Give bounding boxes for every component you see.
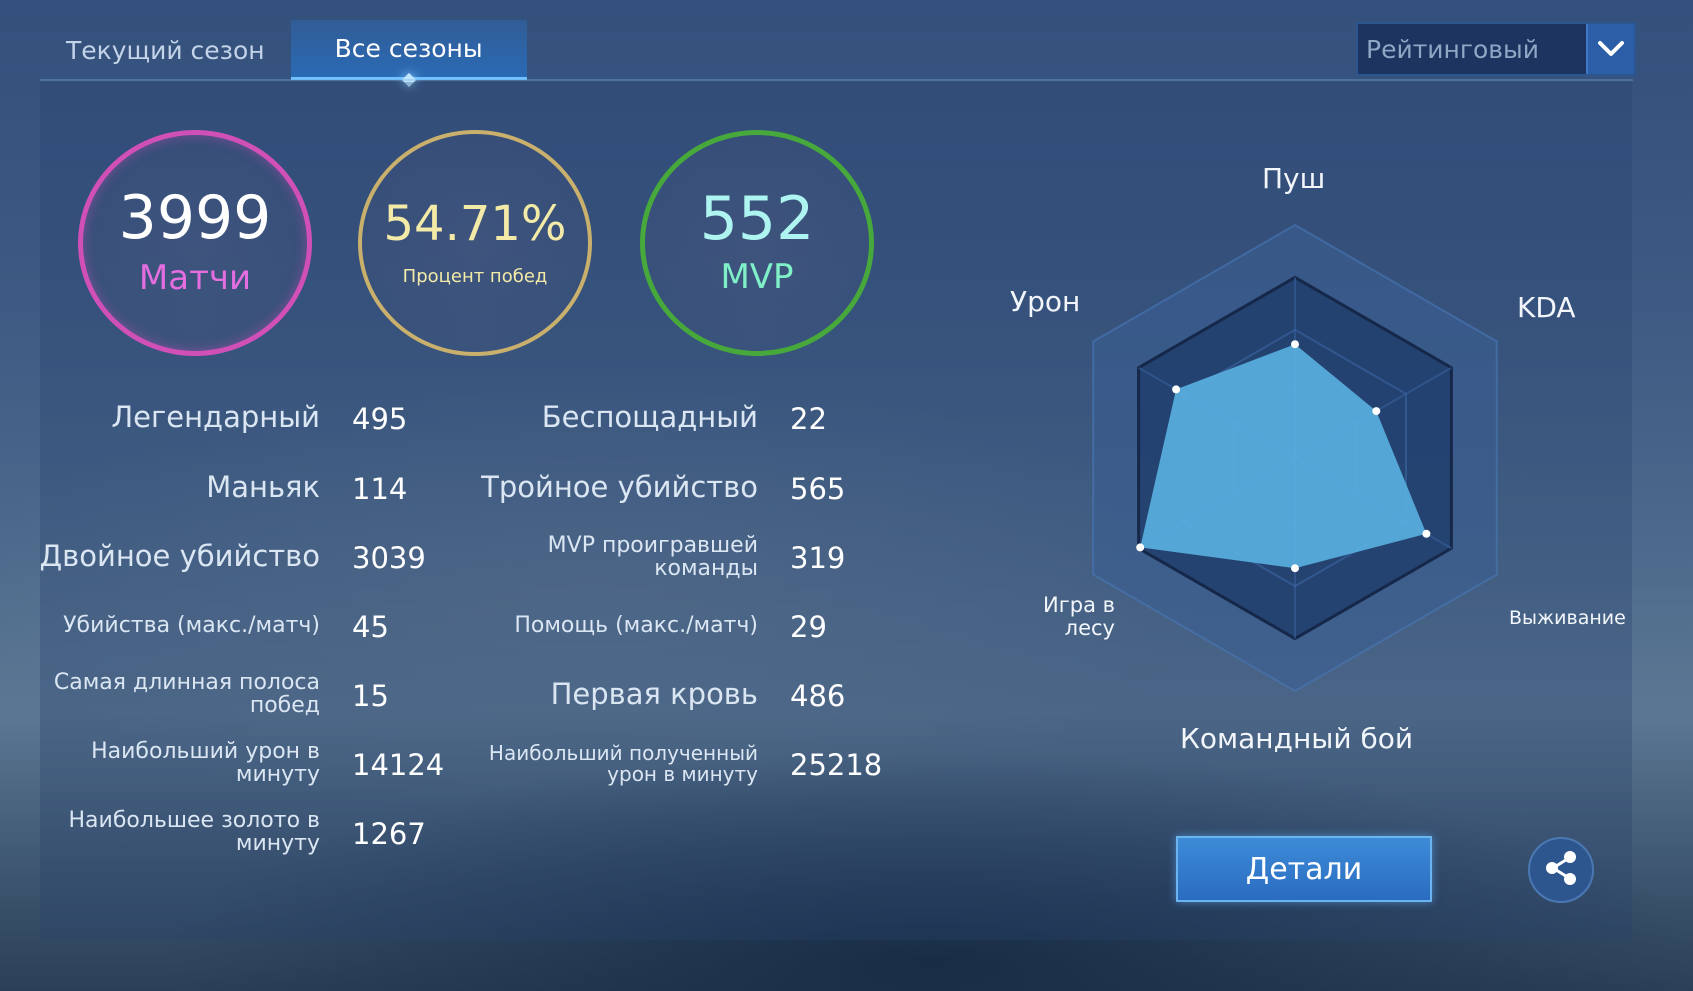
details-button[interactable]: Детали — [1176, 836, 1432, 902]
stat-value: 45 — [352, 610, 389, 644]
mode-dropdown-value: Рейтинговый — [1366, 34, 1540, 64]
stat-value: 319 — [790, 541, 846, 575]
stat-value: 14124 — [352, 748, 445, 782]
stat-label: Первая кровь — [550, 677, 758, 711]
stat-value: 29 — [790, 610, 827, 644]
stat-value: 486 — [790, 679, 846, 713]
stat-label: Наибольший урон в минуту — [91, 739, 320, 788]
share-button[interactable] — [1528, 837, 1594, 903]
matches-circle: 3999 Матчи — [78, 130, 312, 356]
stat-label: Маньяк — [206, 470, 320, 504]
stat-value: 495 — [352, 402, 408, 436]
playstyle-radar-chart — [1092, 223, 1498, 693]
tab-all-seasons[interactable]: Все сезоны — [290, 20, 527, 80]
stat-value: 3039 — [352, 541, 426, 575]
tab-current-season[interactable]: Текущий сезон — [40, 20, 291, 80]
stat-value: 565 — [790, 472, 846, 506]
mode-dropdown[interactable]: Рейтинговый — [1356, 22, 1636, 76]
matches-value: 3999 — [118, 183, 272, 253]
radar-label-survival: Выживание — [1509, 607, 1626, 629]
stat-value: 25218 — [790, 748, 883, 782]
season-tabs: Текущий сезон Все сезоны — [40, 20, 527, 80]
radar-point-push — [1291, 340, 1299, 349]
radar-label-teamfight: Командный бой — [1180, 722, 1414, 755]
stat-label: MVP проигравшей команды — [547, 533, 758, 582]
stat-label: Убийства (макс./матч) — [63, 613, 320, 638]
radar-point-survival — [1422, 529, 1431, 538]
stat-value: 15 — [352, 679, 389, 713]
radar-label-push: Пуш — [1262, 162, 1326, 195]
stat-label: Беспощадный — [541, 400, 758, 434]
stat-label: Помощь (макс./матч) — [514, 613, 758, 638]
player-stats-screen: Текущий сезон Все сезоны Рейтинговый 399… — [0, 0, 1693, 991]
stat-label: Наибольший полученный урон в минуту — [488, 741, 758, 786]
tab-divider — [40, 79, 1633, 81]
stat-label: Двойное убийство — [39, 539, 320, 573]
stat-label: Легендарный — [111, 400, 320, 434]
radar-label-jungle: Игра в лесу — [1043, 593, 1115, 641]
radar-point-teamfight — [1291, 564, 1299, 573]
mvp-circle: 552 MVP — [640, 130, 874, 356]
share-icon — [1541, 848, 1581, 892]
stat-label: Наибольшее золото в минуту — [68, 808, 321, 857]
stat-value: 22 — [790, 402, 827, 436]
details-button-label: Детали — [1245, 851, 1363, 887]
stat-value: 114 — [352, 472, 408, 506]
radar-point-kda — [1372, 407, 1381, 416]
win-rate-circle: 54.71% Процент побед — [358, 130, 592, 356]
radar-label-kda: KDA — [1517, 291, 1576, 324]
stat-value: 1267 — [352, 817, 426, 851]
mvp-label: MVP — [720, 257, 794, 297]
matches-label: Матчи — [138, 258, 252, 298]
radar-point-jungle — [1136, 543, 1145, 552]
radar-label-damage: Урон — [1010, 285, 1081, 318]
mvp-value: 552 — [699, 184, 815, 254]
radar-point-damage — [1172, 385, 1181, 394]
stat-label: Самая длинная полоса побед — [53, 670, 320, 719]
win-rate-label: Процент побед — [402, 265, 548, 287]
win-rate-value: 54.71% — [383, 195, 567, 252]
stat-label: Тройное убийство — [481, 470, 758, 504]
chevron-down-icon[interactable] — [1586, 24, 1634, 74]
